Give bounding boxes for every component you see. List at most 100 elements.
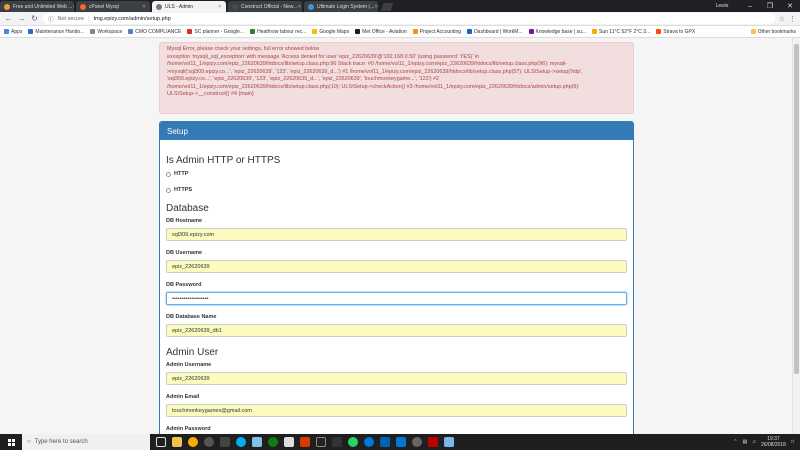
bookmark-item[interactable]: Apps <box>4 29 22 35</box>
filezilla-icon[interactable] <box>428 437 438 447</box>
page-scrollbar[interactable] <box>792 38 800 434</box>
notifications-icon[interactable]: □ <box>791 439 794 445</box>
bookmark-label: Strava to GPX <box>663 28 696 35</box>
bookmark-label: Apps <box>11 28 23 35</box>
bookmark-item[interactable]: Maintenance Hando... <box>28 29 84 35</box>
taskbar-search[interactable]: ○ Type here to search <box>22 434 150 450</box>
volume-icon[interactable]: ♫ <box>752 439 756 445</box>
db-password-label: DB Password <box>166 282 202 288</box>
radio-https[interactable]: HTTPS <box>166 187 627 193</box>
bookmark-star-icon[interactable]: ☆ <box>779 15 785 23</box>
app-icon-3[interactable] <box>332 437 342 447</box>
db-username-input[interactable]: epiz_22620639 <box>166 260 627 273</box>
scrollbar-thumb[interactable] <box>794 44 799 374</box>
url-input[interactable]: ⓘ Not secure | tmg.epizy.com/admin/setup… <box>43 13 775 24</box>
office-icon[interactable] <box>300 437 310 447</box>
browser-tab[interactable]: Ultimate Login System (... ✕ <box>304 1 378 12</box>
admin-user-heading: Admin User <box>166 347 219 358</box>
tab-close-icon[interactable]: ✕ <box>142 4 146 10</box>
back-icon[interactable]: ← <box>4 14 13 23</box>
whatsapp-icon[interactable] <box>348 437 358 447</box>
not-secure-label[interactable]: Not secure <box>58 16 85 22</box>
tray-chevron-icon[interactable]: ⌃ <box>733 439 737 445</box>
bookmark-item[interactable]: Knowledge base | su... <box>528 29 586 35</box>
unity-icon[interactable] <box>316 437 326 447</box>
error-line: Mysql Error, please check your settings,… <box>167 46 320 52</box>
tab-favicon-icon <box>80 3 86 10</box>
taskbar-pinned-apps <box>156 437 454 447</box>
profile-name[interactable]: Lewis <box>712 3 732 9</box>
photos-icon[interactable] <box>380 437 390 447</box>
admin-username-input[interactable]: epiz_22620639 <box>166 372 627 385</box>
radio-http[interactable]: HTTP <box>166 171 627 177</box>
network-icon[interactable]: ▤ <box>742 439 747 445</box>
bookmark-favicon-icon <box>355 29 361 34</box>
bookmark-item[interactable]: Heathrow labour rec... <box>250 29 306 35</box>
image-viewer-icon[interactable] <box>444 437 454 447</box>
skype-icon[interactable] <box>236 437 246 447</box>
minimize-icon[interactable]: – <box>740 3 760 10</box>
browser-tab[interactable]: ULS - Admin ✕ <box>152 1 226 12</box>
close-window-icon[interactable]: ✕ <box>780 2 800 10</box>
system-tray: ⌃ ▤ ♫ 19:37 26/08/2018 □ <box>733 436 800 448</box>
tab-close-icon[interactable]: ✕ <box>72 4 74 10</box>
bookmark-favicon-icon <box>28 29 34 34</box>
browser-tab[interactable]: Construct Official - New... ✕ <box>228 1 302 12</box>
radio-https-label: HTTPS <box>174 187 193 193</box>
maximize-icon[interactable]: ❐ <box>760 2 780 10</box>
notepad-icon[interactable] <box>252 437 262 447</box>
edge-icon[interactable] <box>364 437 374 447</box>
tab-title: Free and Unlimited Web ... <box>13 3 73 10</box>
bookmark-label: CMO COMPLIANCE <box>135 28 182 35</box>
radio-http-circle[interactable] <box>166 171 171 177</box>
xbox-icon[interactable] <box>268 437 278 447</box>
db-name-input[interactable]: epiz_22620639_db1 <box>166 324 627 337</box>
browser-tab[interactable]: cPanel Mysql ✕ <box>76 1 150 12</box>
address-bar-row: ← → ↻ ⓘ Not secure | tmg.epizy.com/admin… <box>0 12 800 26</box>
db-hostname-label: DB Hostname <box>166 218 203 224</box>
other-bookmarks[interactable]: Other bookmarks <box>750 28 796 35</box>
bookmark-item[interactable]: Sun 11°C 52°F 2°C 3... <box>592 29 650 35</box>
db-password-input[interactable]: ••••••••••••••••••• <box>166 292 627 305</box>
reload-icon[interactable]: ↻ <box>30 14 39 23</box>
bookmark-label: Project Accounting <box>419 28 462 35</box>
start-button[interactable] <box>0 434 22 450</box>
mail-icon[interactable] <box>396 437 406 447</box>
bookmark-item[interactable]: Dashboard | WorkM... <box>467 28 523 35</box>
bookmark-label: Dashboard | WorkM... <box>474 28 523 35</box>
bookmark-label: Maintenance Hando... <box>35 28 85 35</box>
app-icon-2[interactable] <box>220 437 230 447</box>
bookmark-item[interactable]: Strava to GPX <box>656 29 695 35</box>
bookmark-item[interactable]: Met Office - Aviation <box>355 29 407 35</box>
bookmark-item[interactable]: SC planner - Google... <box>187 29 244 35</box>
tab-close-icon[interactable]: ✕ <box>297 4 301 10</box>
database-heading: Database <box>166 203 209 214</box>
bookmark-item[interactable]: Google Maps <box>312 29 349 35</box>
bookmark-item[interactable]: CMO COMPLIANCE <box>128 29 181 35</box>
file-explorer-icon[interactable] <box>172 437 182 447</box>
radio-https-circle[interactable] <box>166 187 171 193</box>
other-bookmarks-label: Other bookmarks <box>757 28 796 35</box>
menu-icon[interactable]: ⋮ <box>789 15 796 23</box>
info-icon[interactable]: ⓘ <box>48 15 54 23</box>
tab-favicon-icon <box>4 3 10 10</box>
construct-icon-2[interactable] <box>412 437 422 447</box>
admin-email-input[interactable]: touchmonkeygames@gmail.com <box>166 404 627 417</box>
bookmark-label: Sun 11°C 52°F 2°C 3... <box>599 28 651 35</box>
clock[interactable]: 19:37 26/08/2018 <box>761 436 786 448</box>
db-hostname-input[interactable]: sql309.epizy.com <box>166 228 627 241</box>
tab-close-icon[interactable]: ✕ <box>218 4 222 10</box>
browser-tab[interactable]: Free and Unlimited Web ...✕ <box>0 1 74 12</box>
new-tab-button[interactable] <box>380 3 394 11</box>
forward-icon[interactable]: → <box>17 14 26 23</box>
construct-icon[interactable] <box>204 437 214 447</box>
tab-close-icon[interactable]: ✕ <box>374 4 378 10</box>
chrome-icon[interactable] <box>188 437 198 447</box>
bookmark-item[interactable]: Project Accounting <box>412 28 462 35</box>
bookmark-label: SC planner - Google... <box>194 28 245 35</box>
task-view-icon[interactable] <box>156 437 166 447</box>
bookmark-item[interactable]: Workspace <box>90 29 122 35</box>
file-icon[interactable] <box>284 437 294 447</box>
bookmark-favicon-icon <box>656 29 662 34</box>
url-separator: | <box>88 15 90 22</box>
